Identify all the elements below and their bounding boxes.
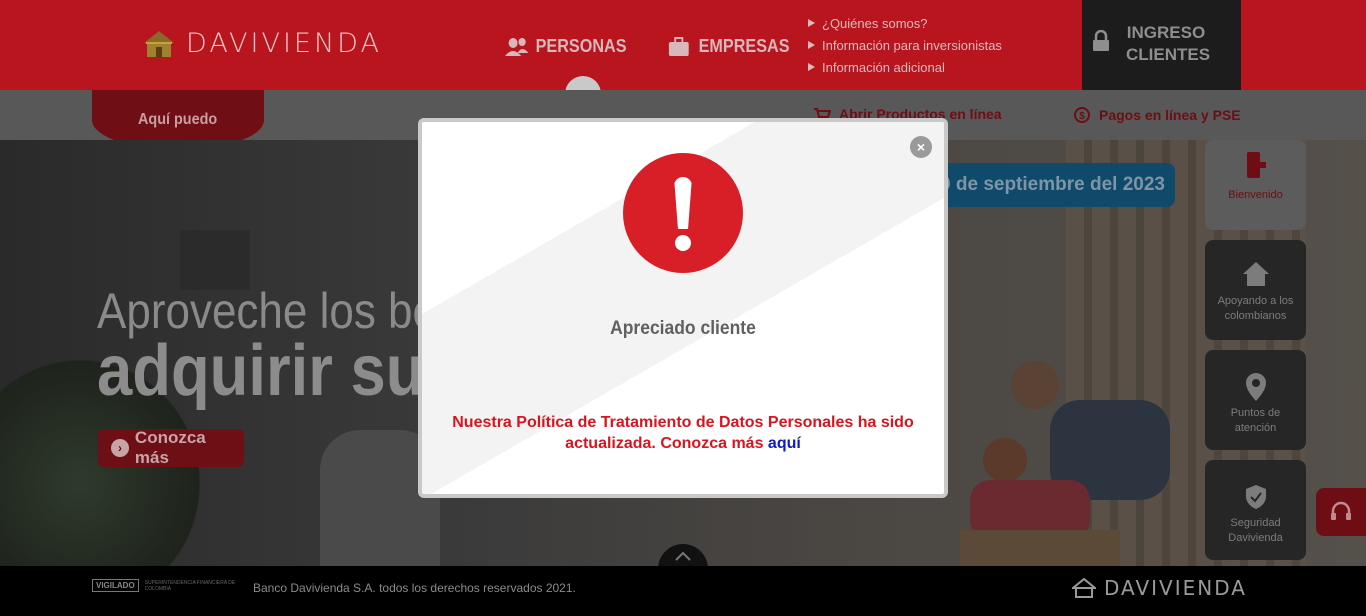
main-nav: PERSONAS EMPRESAS [505, 36, 803, 57]
lock-icon [1093, 30, 1109, 51]
triangle-bullet-icon [808, 41, 815, 49]
nav-link-label: Información para inversionistas [822, 37, 1002, 53]
hero-cta-label: Conozca más [134, 428, 206, 467]
widget-apoyando[interactable]: Apoyando a los colombianos [1205, 240, 1306, 340]
alert-exclamation-icon [623, 153, 743, 273]
home-icon [1242, 262, 1269, 286]
widget-puntos-atencion[interactable]: Puntos de atención [1205, 350, 1306, 450]
pagos-pse-label: Pagos en línea y PSE [1099, 107, 1241, 123]
widget-apoyando-label: Apoyando a los colombianos [1217, 295, 1294, 322]
modal-privacy-link[interactable]: aquí [768, 435, 801, 452]
brand-logo[interactable]: DAVIVIENDA [142, 28, 382, 59]
exit-door-icon [1246, 152, 1266, 178]
widget-bienvenido[interactable]: Bienvenido [1205, 140, 1306, 230]
date-banner: 0 de septiembre del 2023 [930, 163, 1175, 207]
close-icon[interactable]: × [910, 136, 932, 158]
widget-seguridad[interactable]: Seguridad Davivienda [1205, 460, 1306, 560]
hero-couple-image [960, 361, 1170, 566]
superintendencia-label: SUPERINTENDENCIA FINANCIERA DE COLOMBIA [144, 579, 236, 592]
people-icon [505, 37, 529, 56]
copyright-text: Banco Davivienda S.A. todos los derechos… [253, 581, 576, 595]
location-pin-icon [1245, 373, 1266, 401]
scroll-up-button[interactable] [658, 544, 708, 566]
nav-link-label: ¿Quiénes somos? [822, 15, 928, 31]
exclamation-bar [674, 177, 692, 229]
footer-brand-name: DAVIVIENDA [1104, 576, 1247, 600]
aqui-puedo-label: Aquí puedo [138, 111, 218, 128]
nav-link-inversionistas[interactable]: Información para inversionistas [808, 34, 1002, 56]
hero-cta-button[interactable]: › Conozca más [98, 428, 244, 467]
nav-link-quienes-somos[interactable]: ¿Quiénes somos? [808, 12, 1002, 34]
hero-shelf-image [180, 230, 250, 290]
nav-link-label: Información adicional [822, 59, 945, 75]
nav-empresas[interactable]: EMPRESAS [668, 36, 790, 57]
nav-empresas-label: EMPRESAS [698, 36, 790, 56]
modal-message-text: Nuestra Política de Tratamiento de Datos… [452, 414, 914, 452]
nav-personas[interactable]: PERSONAS [505, 36, 627, 57]
nav-link-info-adicional[interactable]: Información adicional [808, 56, 1002, 78]
widget-bienvenido-label: Bienvenido [1228, 189, 1283, 201]
pagos-pse-link[interactable]: $ Pagos en línea y PSE [1073, 106, 1241, 124]
headset-icon [1331, 501, 1351, 520]
footer-brand-logo[interactable]: DAVIVIENDA [1072, 576, 1247, 600]
login-button[interactable]: INGRESO CLIENTES [1082, 0, 1241, 90]
house-logo-icon [1072, 577, 1096, 598]
payment-cycle-icon: $ [1074, 107, 1090, 123]
modal-message: Nuestra Política de Tratamiento de Datos… [452, 412, 914, 454]
chevron-up-icon [675, 551, 691, 561]
vigilado-label: VIGILADO [92, 579, 139, 592]
briefcase-icon [668, 36, 689, 56]
secondary-nav: ¿Quiénes somos? Información para inversi… [808, 12, 1002, 78]
brand-name: DAVIVIENDA [186, 28, 382, 59]
triangle-bullet-icon [808, 63, 815, 71]
svg-text:$: $ [1079, 111, 1085, 122]
hero-headline-bold: adquirir su [97, 331, 425, 411]
triangle-bullet-icon [808, 19, 815, 27]
nav-personas-label: PERSONAS [535, 36, 627, 56]
login-label: INGRESO CLIENTES [1126, 23, 1211, 64]
widget-seguridad-label: Seguridad Davivienda [1228, 517, 1283, 544]
house-logo-icon [144, 30, 174, 57]
modal-title: Apreciado cliente [610, 318, 756, 339]
chevron-right-icon: › [111, 439, 129, 457]
widget-puntos-label: Puntos de atención [1230, 407, 1281, 434]
notice-modal: × Apreciado cliente Nuestra Política de … [418, 118, 948, 498]
help-chat-button[interactable] [1316, 488, 1366, 536]
vigilado-badge: VIGILADO SUPERINTENDENCIA FINANCIERA DE … [92, 579, 237, 592]
shield-check-icon [1245, 485, 1266, 509]
exclamation-dot [675, 235, 691, 251]
